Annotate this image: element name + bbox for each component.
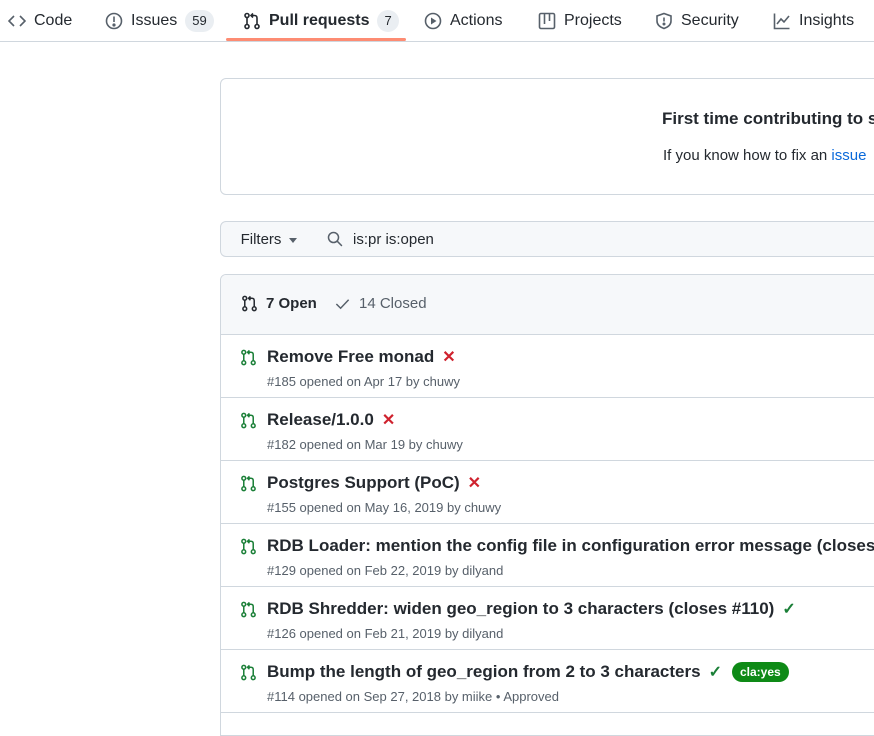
pr-title-link[interactable]: Release/1.0.0 — [267, 410, 374, 430]
filters-button[interactable]: Filters — [220, 221, 318, 257]
tab-actions-label: Actions — [450, 11, 503, 29]
tab-actions[interactable]: Actions — [424, 0, 502, 41]
tab-insights[interactable]: Insights — [773, 0, 854, 41]
pr-meta: #129 opened on Feb 22, 2019 by dilyand — [267, 563, 504, 578]
tab-security[interactable]: Security — [655, 0, 739, 41]
status-failure-icon[interactable]: ✕ — [468, 473, 481, 493]
pr-title-line: Bump the length of geo_region from 2 to … — [267, 662, 789, 682]
pr-meta: #182 opened on Mar 19 by chuwy — [267, 437, 463, 452]
filters-button-label: Filters — [240, 230, 282, 248]
pr-title-line: Release/1.0.0 ✕ — [267, 410, 395, 430]
pr-meta: #185 opened on Apr 17 by chuwy — [267, 374, 460, 389]
search-input[interactable] — [353, 222, 873, 256]
shield-icon — [656, 12, 672, 29]
closed-filter-tab[interactable]: 14 Closed — [334, 295, 427, 312]
selected-tab-underline — [226, 38, 406, 41]
tab-pull-requests-label: Pull requests — [269, 11, 370, 29]
banner-title: First time contributing to s — [662, 109, 874, 128]
pr-title-link[interactable]: Postgres Support (PoC) — [267, 473, 460, 493]
pr-title-link[interactable]: Bump the length of geo_region from 2 to … — [267, 662, 701, 682]
search-icon — [327, 231, 343, 247]
pull-requests-count-badge: 7 — [377, 9, 399, 32]
pr-meta: #155 opened on May 16, 2019 by chuwy — [267, 500, 502, 515]
banner-issue-link[interactable]: issue — [831, 147, 866, 164]
status-failure-icon[interactable]: ✕ — [382, 410, 395, 430]
open-count-label: 7 Open — [266, 295, 317, 312]
git-pull-request-icon — [241, 412, 256, 429]
tab-code-label: Code — [34, 11, 73, 29]
pr-meta: #126 opened on Feb 21, 2019 by dilyand — [267, 626, 504, 641]
pr-title-line: RDB Shredder: widen geo_region to 3 char… — [267, 599, 796, 619]
pr-meta: #114 opened on Sep 27, 2018 by miike • A… — [267, 689, 559, 704]
repo-nav: Code Issues 59 Pull requests 7 Actions P… — [0, 0, 874, 42]
closed-count-label: 14 Closed — [359, 295, 427, 312]
tab-code[interactable]: Code — [8, 0, 72, 41]
issue-opened-icon — [105, 12, 123, 29]
table-icon — [538, 12, 556, 29]
git-pull-request-icon — [241, 349, 256, 366]
play-icon — [424, 12, 442, 29]
tab-issues-label: Issues — [131, 11, 178, 29]
git-pull-request-icon — [241, 601, 256, 618]
status-success-icon[interactable]: ✓ — [709, 662, 722, 682]
pr-title-link[interactable]: Remove Free monad — [267, 347, 434, 367]
tab-projects-label: Projects — [564, 11, 622, 29]
caret-down-icon — [289, 237, 298, 243]
pull-request-row[interactable]: RDB Shredder: widen geo_region to 3 char… — [221, 587, 874, 650]
search-box — [317, 221, 874, 257]
pr-label[interactable]: cla:yes — [731, 662, 789, 682]
pull-request-list: 7 Open 14 Closed Remove Free monad ✕ #185 … — [220, 274, 874, 736]
pull-request-row[interactable]: RDB Loader: mention the config file in c… — [221, 524, 874, 587]
check-icon — [335, 299, 350, 310]
banner-text: If you know how to fix an issue — [663, 147, 866, 164]
issues-count-badge: 59 — [185, 9, 214, 32]
open-filter-tab[interactable]: 7 Open — [241, 295, 317, 312]
git-pull-request-icon — [241, 538, 256, 555]
tab-issues[interactable]: Issues 59 — [105, 0, 214, 41]
git-pull-request-icon — [244, 12, 260, 29]
tab-security-label: Security — [681, 11, 739, 29]
pr-title-line: Remove Free monad ✕ — [267, 347, 456, 367]
tab-projects[interactable]: Projects — [538, 0, 622, 41]
code-icon — [8, 14, 26, 27]
first-contribution-banner: First time contributing to s If you know… — [220, 78, 874, 195]
tab-insights-label: Insights — [799, 11, 855, 29]
pr-title-link[interactable]: RDB Shredder: widen geo_region to 3 char… — [267, 599, 774, 619]
list-header: 7 Open 14 Closed — [221, 275, 874, 335]
git-pull-request-icon — [241, 664, 256, 681]
graph-icon — [773, 13, 790, 29]
banner-text-prefix: If you know how to fix an — [663, 147, 832, 164]
pull-request-row[interactable]: Bump the length of geo_region from 2 to … — [221, 650, 874, 713]
pr-title-line: Postgres Support (PoC) ✕ — [267, 473, 481, 493]
pull-request-row[interactable]: Release/1.0.0 ✕ #182 opened on Mar 19 by c… — [221, 398, 874, 461]
pr-title-link[interactable]: RDB Loader: mention the config file in c… — [267, 536, 874, 556]
pr-title-line: RDB Loader: mention the config file in c… — [267, 536, 874, 556]
pull-request-row[interactable]: Postgres Support (PoC) ✕ #155 opened on Ma… — [221, 461, 874, 524]
status-success-icon[interactable]: ✓ — [782, 599, 795, 619]
tab-pull-requests[interactable]: Pull requests 7 — [243, 0, 399, 41]
pull-request-row[interactable]: Remove Free monad ✕ #185 opened on Apr 17 … — [221, 335, 874, 398]
git-pull-request-icon — [241, 475, 256, 492]
git-pull-request-icon — [242, 295, 257, 312]
status-failure-icon[interactable]: ✕ — [442, 347, 455, 367]
